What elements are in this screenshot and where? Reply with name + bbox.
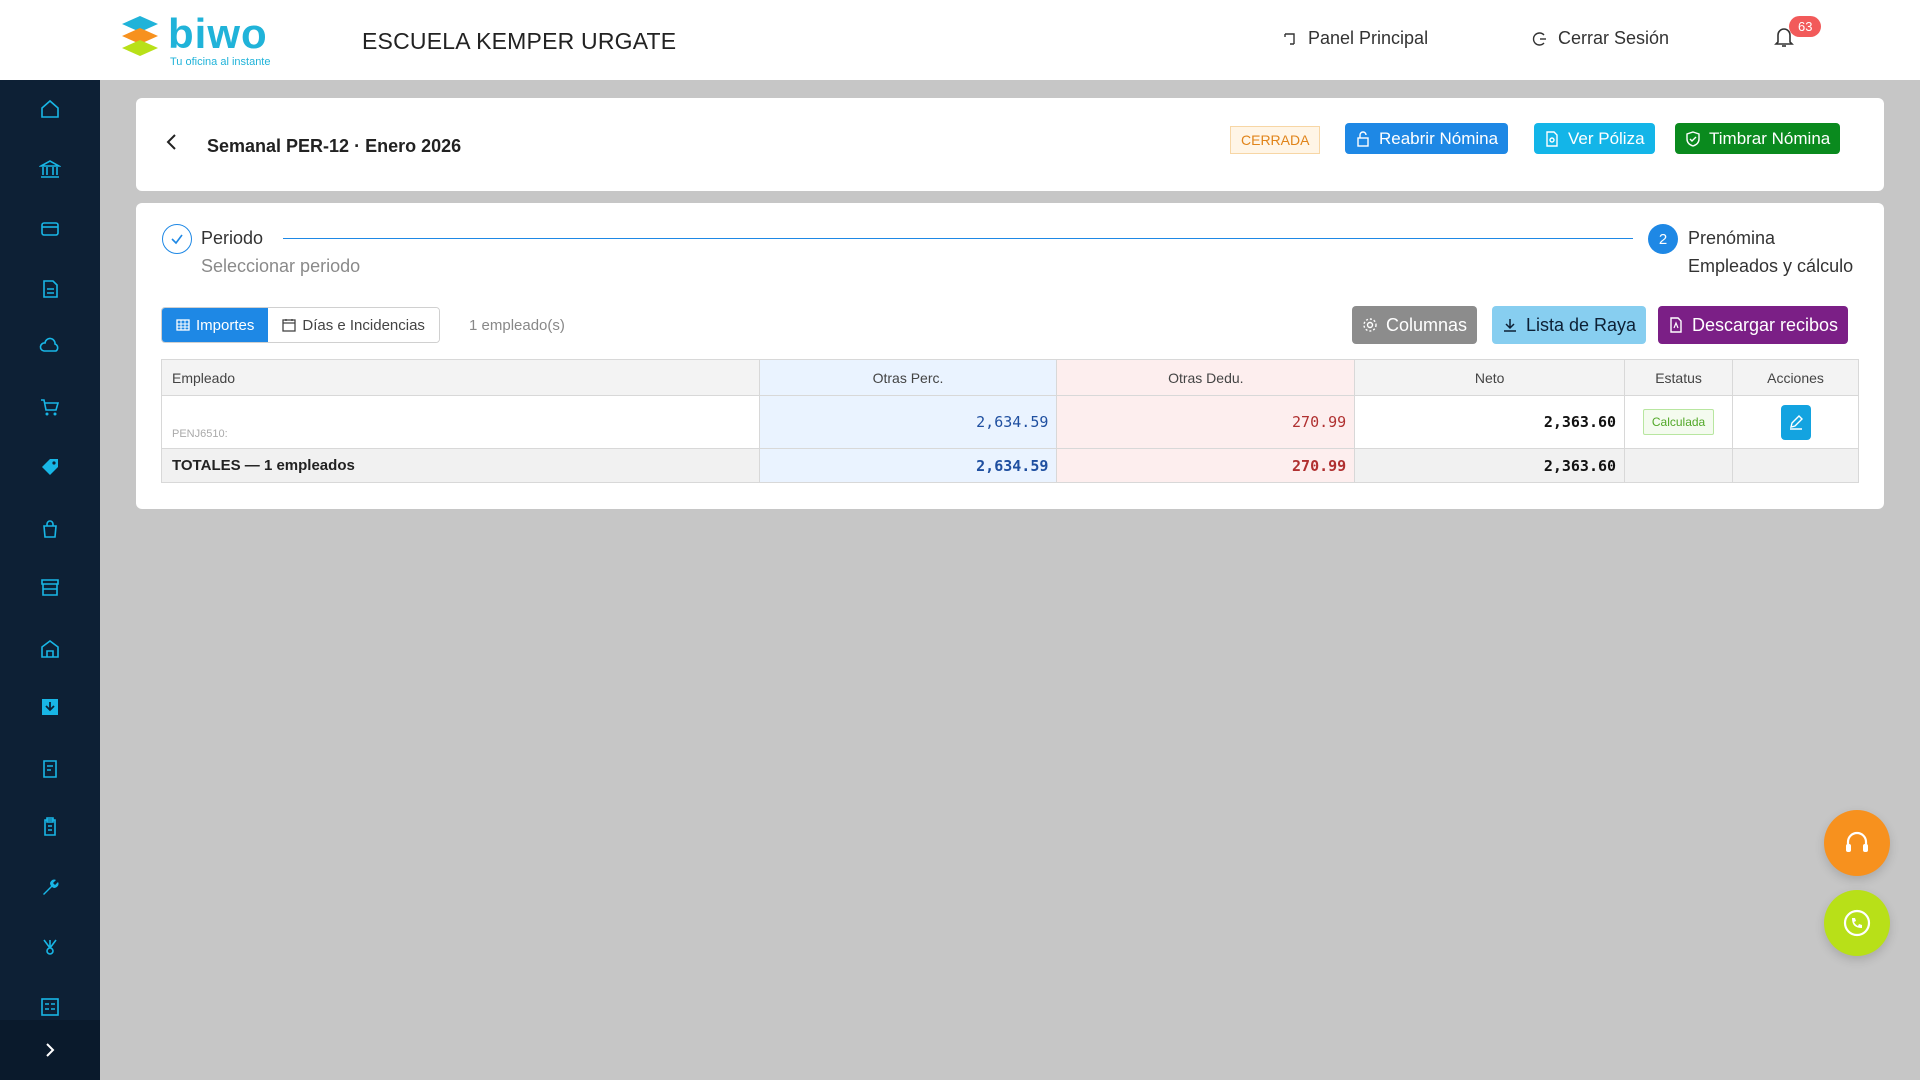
brand-tagline: Tu oficina al instante [170, 56, 271, 68]
sidebar [0, 80, 100, 1080]
sidebar-item-wrench-icon[interactable] [36, 873, 64, 901]
panel-principal-label: Panel Principal [1308, 28, 1429, 48]
header-otras-perc[interactable]: Otras Perc. [758, 359, 1058, 396]
columns-button[interactable]: Columnas [1352, 306, 1478, 344]
pencil-icon [1789, 415, 1803, 430]
columns-label: Columnas [1386, 314, 1468, 335]
totals-net: 2,363.60 [1354, 448, 1626, 483]
sidebar-item-store-icon[interactable] [36, 573, 64, 601]
other-dedu-value: 270.99 [1056, 395, 1356, 449]
panel-icon [1284, 32, 1295, 45]
stepper-connector [283, 238, 1633, 239]
sidebar-item-tag-icon[interactable] [36, 453, 64, 481]
view-toggle: Importes Días e Incidencias [161, 307, 440, 343]
step-2-subtitle: Empleados y cálculo [1688, 256, 1854, 276]
sidebar-item-receipt-icon[interactable] [36, 755, 64, 783]
tab-dias-incidencias-label: Días e Incidencias [302, 316, 425, 334]
status-badge: Calculada [1642, 409, 1715, 435]
payroll-header-card: Semanal PER-12 · Enero 2026 CERRADA Reab… [136, 98, 1884, 191]
download-receipts-button[interactable]: Descargar recibos [1658, 306, 1849, 344]
table-header-row: Empleado Otras Perc. Otras Dedu. Neto Es… [161, 359, 1859, 396]
notification-badge: 63 [1789, 16, 1822, 37]
prenomina-table: Empleado Otras Perc. Otras Dedu. Neto Es… [161, 359, 1859, 483]
status-cell: Calculada [1624, 395, 1734, 449]
step-2-title: Prenómina [1688, 228, 1776, 248]
sidebar-item-inbox-icon[interactable] [36, 693, 64, 721]
top-bar: biwo Tu oficina al instante ESCUELA KEMP… [0, 0, 1920, 80]
totals-empty-actions [1732, 448, 1859, 483]
sidebar-item-calculator-icon[interactable] [36, 993, 64, 1021]
chevron-right-icon [46, 1043, 55, 1057]
prenomina-card: Periodo Seleccionar periodo 2 Prenómina … [136, 203, 1884, 509]
view-policy-label: Ver Póliza [1568, 128, 1645, 148]
step-1-subtitle: Seleccionar periodo [201, 256, 361, 276]
header-empleado[interactable]: Empleado [161, 359, 760, 396]
sidebar-item-cart-icon[interactable] [36, 393, 64, 421]
stamp-payroll-label: Timbrar Nómina [1709, 128, 1831, 148]
totals-other-perc: 2,634.59 [758, 448, 1058, 483]
calendar-icon [282, 319, 297, 332]
document-search-icon [1546, 130, 1558, 147]
edit-button[interactable] [1780, 404, 1811, 440]
header-estatus[interactable]: Estatus [1624, 359, 1734, 396]
step-2-number[interactable]: 2 [1648, 224, 1678, 254]
logout-link[interactable]: Cerrar Sesión [1532, 28, 1669, 49]
logout-label: Cerrar Sesión [1558, 28, 1670, 48]
headset-icon [1846, 831, 1868, 852]
tab-dias-incidencias[interactable]: Días e Incidencias [268, 308, 439, 342]
sidebar-item-card-transfer-icon[interactable] [36, 215, 64, 243]
employee-id: PENJ6510: [161, 395, 760, 449]
shield-check-icon [1686, 130, 1700, 147]
whatsapp-icon [1843, 909, 1871, 937]
totals-label: TOTALES — 1 empleados [161, 448, 760, 483]
payroll-list-button[interactable]: Lista de Raya [1492, 306, 1647, 344]
other-perc-value: 2,634.59 [758, 395, 1058, 449]
panel-principal-link[interactable]: Panel Principal [1282, 28, 1428, 49]
download-receipts-label: Descargar recibos [1692, 314, 1839, 335]
download-icon [1504, 319, 1516, 332]
sidebar-expand-button[interactable] [0, 1020, 100, 1080]
sidebar-item-warehouse-icon[interactable] [36, 635, 64, 663]
reopen-payroll-label: Reabrir Nómina [1379, 128, 1499, 148]
back-arrow-icon[interactable] [162, 132, 182, 152]
page-title: Semanal PER-12 · Enero 2026 [207, 136, 462, 156]
sidebar-item-cloud-icon[interactable] [36, 333, 64, 361]
reopen-payroll-button[interactable]: Reabrir Nómina [1345, 123, 1509, 154]
biwo-logo-mark-icon [118, 14, 162, 60]
header-acciones: Acciones [1732, 359, 1859, 396]
totals-empty-status [1624, 448, 1734, 483]
actions-cell [1732, 395, 1859, 449]
header-neto[interactable]: Neto [1354, 359, 1626, 396]
payroll-list-label: Lista de Raya [1526, 314, 1637, 335]
step-1-check-icon[interactable] [162, 224, 192, 254]
support-button[interactable] [1824, 810, 1890, 876]
whatsapp-button[interactable] [1824, 890, 1890, 956]
employee-count: 1 empleado(s) [469, 317, 565, 334]
biwo-logo[interactable]: biwo Tu oficina al instante [118, 10, 271, 74]
sidebar-item-bag-icon[interactable] [36, 515, 64, 543]
totals-row: TOTALES — 1 empleados 2,634.59 270.99 2,… [161, 448, 1859, 483]
totals-other-dedu: 270.99 [1056, 448, 1356, 483]
net-value: 2,363.60 [1354, 395, 1626, 449]
pdf-icon [1670, 317, 1682, 333]
brand-name: biwo [168, 10, 268, 57]
gear-icon [1363, 318, 1377, 332]
view-policy-button[interactable]: Ver Póliza [1534, 123, 1655, 154]
step-1-title: Periodo [201, 228, 264, 248]
table-row[interactable]: PENJ6510: 2,634.59 270.99 2,363.60 Calcu… [161, 395, 1859, 449]
header-otras-dedu[interactable]: Otras Dedu. [1056, 359, 1356, 396]
sidebar-item-home-icon[interactable] [36, 95, 64, 123]
sidebar-item-bank-icon[interactable] [36, 155, 64, 183]
unlock-icon [1357, 130, 1369, 147]
tab-importes[interactable]: Importes [162, 308, 269, 342]
company-name: ESCUELA KEMPER URGATE [362, 28, 677, 54]
sidebar-item-network-icon[interactable] [36, 933, 64, 961]
sidebar-item-clipboard-icon[interactable] [36, 813, 64, 841]
tab-importes-label: Importes [196, 316, 255, 334]
sidebar-item-document-icon[interactable] [36, 275, 64, 303]
logout-icon [1532, 31, 1546, 46]
stamp-payroll-button[interactable]: Timbrar Nómina [1675, 123, 1841, 154]
table-icon [176, 319, 190, 331]
status-badge: CERRADA [1230, 126, 1321, 154]
